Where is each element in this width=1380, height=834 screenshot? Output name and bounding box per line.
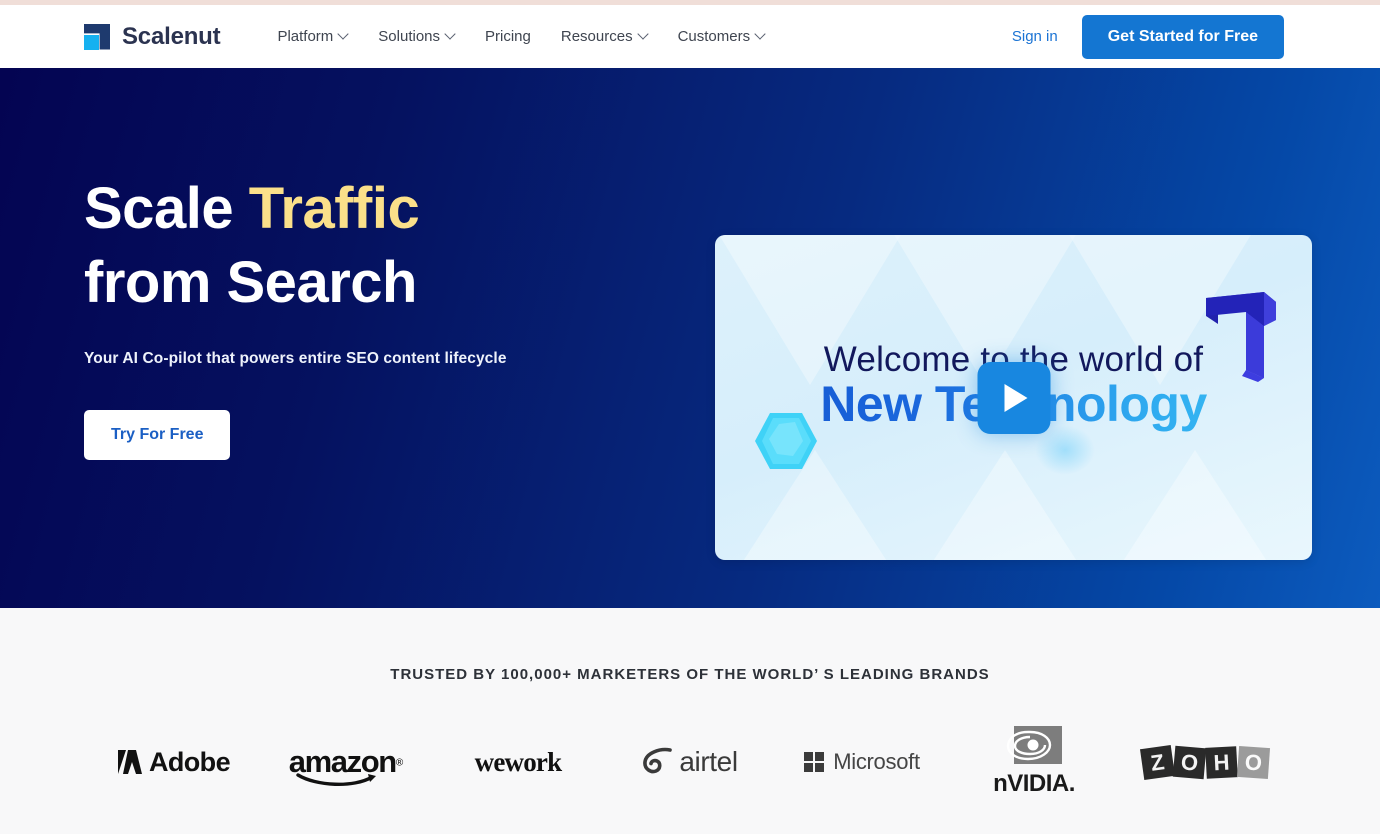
- microsoft-wordmark: Microsoft: [833, 749, 920, 774]
- try-for-free-button[interactable]: Try For Free: [84, 410, 231, 461]
- main-navigation: Platform Solutions Pricing Resources Cus…: [262, 22, 780, 51]
- zoho-tiles-icon: Z O H O: [1139, 744, 1271, 780]
- brand-logo-list: Adobe amazon® wework airtel Microsoft nV…: [0, 726, 1380, 797]
- nvidia-eye-icon: [1006, 726, 1062, 764]
- microsoft-squares-icon: [804, 752, 825, 772]
- chevron-down-icon: [339, 30, 348, 39]
- brand-logo-zoho: Z O H O: [1120, 727, 1292, 797]
- nav-label-platform: Platform: [277, 28, 334, 45]
- brand-logo[interactable]: Scalenut: [84, 22, 221, 51]
- airtel-wordmark: airtel: [679, 746, 738, 777]
- trusted-by-section: TRUSTED BY 100,000+ MARKETERS OF THE WOR…: [0, 608, 1380, 834]
- nav-label-resources: Resources: [560, 28, 633, 45]
- hero-heading: Scale Traffic from Search: [84, 172, 640, 320]
- nav-label-solutions: Solutions: [378, 28, 441, 45]
- trusted-by-title: TRUSTED BY 100,000+ MARKETERS OF THE WOR…: [390, 666, 990, 683]
- amazon-smile-icon: [296, 773, 376, 787]
- brand-logo-airtel: airtel: [604, 727, 776, 797]
- header-actions: Sign in Get Started for Free: [1012, 14, 1284, 59]
- brand-logo-nvidia: nVIDIA.: [948, 726, 1120, 797]
- hero-heading-line2: from Search: [84, 250, 417, 316]
- hero-video-card[interactable]: Welcome to the world of New Technology: [715, 235, 1312, 560]
- brand-name: Scalenut: [122, 22, 221, 50]
- hero-heading-accent: Traffic: [248, 176, 420, 241]
- airtel-mark-icon: [643, 747, 673, 774]
- hero-section: Scale Traffic from Search Your AI Co-pil…: [0, 68, 1380, 608]
- chevron-down-icon: [446, 30, 455, 39]
- video-play-button[interactable]: [977, 361, 1050, 434]
- nav-item-customers[interactable]: Customers: [663, 22, 781, 51]
- brand-logo-microsoft: Microsoft: [776, 727, 948, 797]
- brand-logo-amazon: amazon®: [260, 727, 432, 797]
- wework-wordmark: wework: [474, 746, 562, 777]
- nav-item-resources[interactable]: Resources: [546, 22, 663, 51]
- amazon-registered-mark: ®: [395, 757, 404, 769]
- nav-item-solutions[interactable]: Solutions: [363, 22, 470, 51]
- brand-logo-adobe: Adobe: [88, 727, 260, 797]
- nav-label-customers: Customers: [677, 28, 751, 45]
- site-header: Scalenut Platform Solutions Pricing Reso…: [0, 5, 1380, 68]
- nav-item-pricing[interactable]: Pricing: [470, 22, 546, 51]
- brand-logo-wework: wework: [432, 727, 604, 797]
- sign-in-link[interactable]: Sign in: [1012, 28, 1058, 45]
- scalenut-logo-icon: [84, 23, 110, 50]
- hero-heading-plain: Scale: [84, 176, 249, 241]
- adobe-wordmark: Adobe: [149, 746, 231, 777]
- get-started-button[interactable]: Get Started for Free: [1081, 14, 1284, 59]
- play-triangle-icon: [1004, 383, 1028, 412]
- nav-label-pricing: Pricing: [485, 28, 531, 45]
- hero-heading-line1: Scale Traffic: [84, 172, 640, 246]
- adobe-mark-icon: [118, 750, 142, 774]
- nav-item-platform[interactable]: Platform: [262, 22, 363, 51]
- hero-subtitle: Your AI Co-pilot that powers entire SEO …: [84, 350, 507, 368]
- hero-copy: Scale Traffic from Search Your AI Co-pil…: [0, 68, 640, 608]
- nvidia-wordmark: nVIDIA.: [993, 770, 1075, 797]
- chevron-down-icon: [639, 30, 648, 39]
- chevron-down-icon: [756, 30, 765, 39]
